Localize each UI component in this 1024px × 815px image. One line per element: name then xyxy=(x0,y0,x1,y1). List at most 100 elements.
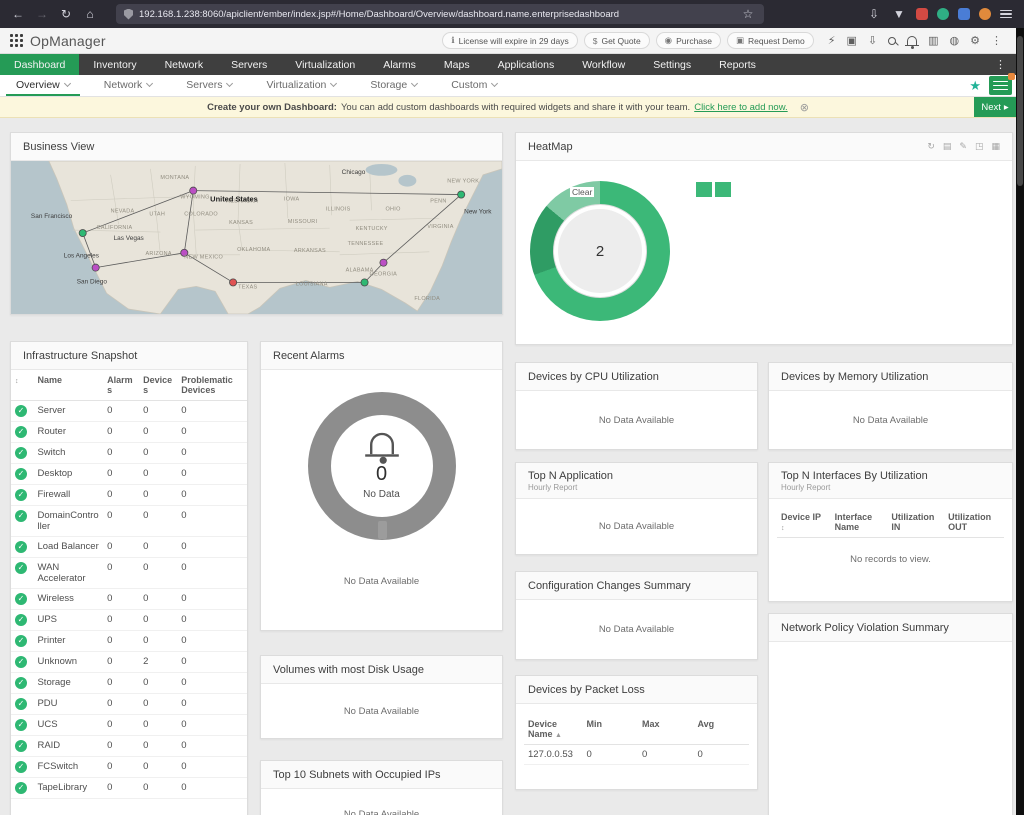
widget-edit-icon[interactable]: ✎ xyxy=(959,141,967,152)
widget-remove-icon[interactable]: ▦ xyxy=(991,141,1000,152)
nav-item[interactable]: Virtualization xyxy=(281,54,369,75)
table-row[interactable]: ✓ RAID 0 0 0 xyxy=(11,736,247,757)
nav-item[interactable]: Network xyxy=(151,54,218,75)
tracking-protection-icon[interactable] xyxy=(124,9,133,20)
svg-text:OHIO: OHIO xyxy=(385,206,400,212)
nav-item[interactable]: Inventory xyxy=(79,54,150,75)
business-view-map[interactable]: MONTANAWYOMINGNEVADAUTAHCOLORADONEBRASKA… xyxy=(11,161,502,314)
home-icon[interactable]: ⌂ xyxy=(82,6,98,22)
status-ok-icon: ✓ xyxy=(15,562,27,574)
column-header[interactable]: Problematic Devices xyxy=(177,370,247,401)
extension-adblock-icon[interactable] xyxy=(916,8,928,20)
table-row[interactable]: ✓ WAN Accelerator 0 0 0 xyxy=(11,558,247,589)
extension-container-icon[interactable] xyxy=(958,8,970,20)
refresh-icon[interactable]: ↻ xyxy=(58,6,74,22)
dashboard-menu-button[interactable] xyxy=(989,76,1012,95)
table-row[interactable]: ✓ Router 0 0 0 xyxy=(11,422,247,443)
table-row[interactable]: ✓ Switch 0 0 0 xyxy=(11,443,247,464)
notifications-icon[interactable] xyxy=(907,36,917,45)
column-header[interactable]: Interface Name xyxy=(831,507,888,538)
subnav-item[interactable]: Servers xyxy=(176,75,242,96)
whats-new-icon[interactable]: ⚡ xyxy=(828,35,836,47)
alarms-donut[interactable]: 0 No Data xyxy=(308,392,456,540)
column-header[interactable]: Min xyxy=(583,714,638,745)
heatmap-cell[interactable] xyxy=(715,182,731,197)
favorite-star-icon[interactable]: ★ xyxy=(969,78,981,94)
table-row[interactable]: ✓ Desktop 0 0 0 xyxy=(11,464,247,485)
header-badge[interactable]: ▣ Request Demo xyxy=(727,32,814,49)
header-badge[interactable]: $ Get Quote xyxy=(584,32,650,49)
table-row[interactable]: ✓ Unknown 0 2 0 xyxy=(11,652,247,673)
extension-misc-icon[interactable] xyxy=(979,8,991,20)
device-count: 0 xyxy=(139,778,177,799)
table-row[interactable]: ✓ DomainController 0 0 0 xyxy=(11,506,247,537)
table-row[interactable]: ✓ UPS 0 0 0 xyxy=(11,610,247,631)
column-header[interactable]: Max xyxy=(638,714,693,745)
voice-icon[interactable]: ◍ xyxy=(950,35,960,47)
table-row[interactable]: ✓ TapeLibrary 0 0 0 xyxy=(11,778,247,799)
subnav-item[interactable]: Storage xyxy=(360,75,427,96)
back-icon[interactable]: ← xyxy=(10,6,26,22)
nav-item[interactable]: Workflow xyxy=(568,54,639,75)
extension-privacy-icon[interactable] xyxy=(937,8,949,20)
heatmap-donut[interactable]: 2 xyxy=(530,181,670,321)
nav-item[interactable]: Dashboard xyxy=(0,54,79,75)
table-row[interactable]: ✓ Firewall 0 0 0 xyxy=(11,485,247,506)
more-options-icon[interactable]: ⋮ xyxy=(991,35,1002,47)
table-row[interactable]: ✓ Storage 0 0 0 xyxy=(11,673,247,694)
addons-icon[interactable]: ▥ xyxy=(928,35,938,47)
column-header[interactable]: Utilization OUT xyxy=(944,507,1004,538)
forward-icon[interactable]: → xyxy=(34,6,50,22)
banner-add-link[interactable]: Click here to add now. xyxy=(694,102,787,113)
table-row[interactable]: 127.0.0.53 0 0 0 xyxy=(524,745,749,765)
table-row[interactable]: ✓ PDU 0 0 0 xyxy=(11,694,247,715)
subnav-item[interactable]: Virtualization xyxy=(256,75,346,96)
table-row[interactable]: ✓ Server 0 0 0 xyxy=(11,401,247,422)
downloads-icon[interactable]: ⇩ xyxy=(866,6,882,22)
bookmark-star-icon[interactable]: ☆ xyxy=(740,6,756,22)
subnav-item[interactable]: Network xyxy=(94,75,163,96)
banner-next-button[interactable]: Next ▸ xyxy=(974,97,1016,117)
table-row[interactable]: ✓ Wireless 0 0 0 xyxy=(11,589,247,610)
sort-icon[interactable]: ↕ xyxy=(15,378,19,385)
column-header[interactable]: Avg xyxy=(693,714,749,745)
download-agent-icon[interactable]: ⇩ xyxy=(868,35,877,47)
app-logo[interactable]: OpManager xyxy=(10,33,106,49)
browser-menu-icon[interactable] xyxy=(1000,10,1012,19)
table-row[interactable]: ✓ Load Balancer 0 0 0 xyxy=(11,537,247,558)
column-header[interactable]: Name xyxy=(33,370,103,401)
widget-refresh-icon[interactable]: ↻ xyxy=(927,141,935,152)
subnav-item[interactable]: Custom xyxy=(441,75,507,96)
url-text[interactable]: 192.168.1.238:8060/apiclient/ember/index… xyxy=(139,9,734,20)
column-header[interactable]: Devices xyxy=(139,370,177,401)
widget-expand-icon[interactable]: ◳ xyxy=(975,141,984,152)
save-to-pocket-icon[interactable]: ▼ xyxy=(891,6,907,22)
widget-report-icon[interactable]: ▤ xyxy=(943,141,952,152)
table-row[interactable]: ✓ UCS 0 0 0 xyxy=(11,715,247,736)
page-scrollbar[interactable] xyxy=(1016,28,1024,815)
nav-item[interactable]: Servers xyxy=(217,54,281,75)
banner-close-icon[interactable]: ⊗ xyxy=(800,101,809,114)
widget-title: Recent Alarms xyxy=(273,350,345,362)
url-bar[interactable]: 192.168.1.238:8060/apiclient/ember/index… xyxy=(116,4,764,24)
subnav-item[interactable]: Overview xyxy=(6,75,80,96)
nav-item[interactable]: Settings xyxy=(639,54,705,75)
settings-icon[interactable]: ⚙ xyxy=(970,35,980,47)
nav-item[interactable]: Reports xyxy=(705,54,770,75)
category-name: Unknown xyxy=(33,652,103,673)
scrollbar-thumb[interactable] xyxy=(1017,36,1023,186)
header-badge[interactable]: ℹ License will expire in 29 days xyxy=(442,32,577,49)
nav-item[interactable]: Applications xyxy=(484,54,569,75)
header-badge[interactable]: ◉ Purchase xyxy=(656,32,721,49)
table-row[interactable]: ✓ FCSwitch 0 0 0 xyxy=(11,757,247,778)
column-header[interactable]: Alarms xyxy=(103,370,139,401)
heatmap-cell[interactable] xyxy=(696,182,712,197)
nav-item[interactable]: Alarms xyxy=(369,54,430,75)
nav-item[interactable]: Maps xyxy=(430,54,484,75)
column-header[interactable]: Utilization IN xyxy=(887,507,944,538)
apps-grid-icon[interactable] xyxy=(10,34,23,47)
training-icon[interactable]: ▣ xyxy=(846,35,856,47)
search-icon[interactable] xyxy=(888,37,896,45)
nav-overflow-icon[interactable]: ⋮ xyxy=(987,54,1014,75)
table-row[interactable]: ✓ Printer 0 0 0 xyxy=(11,631,247,652)
